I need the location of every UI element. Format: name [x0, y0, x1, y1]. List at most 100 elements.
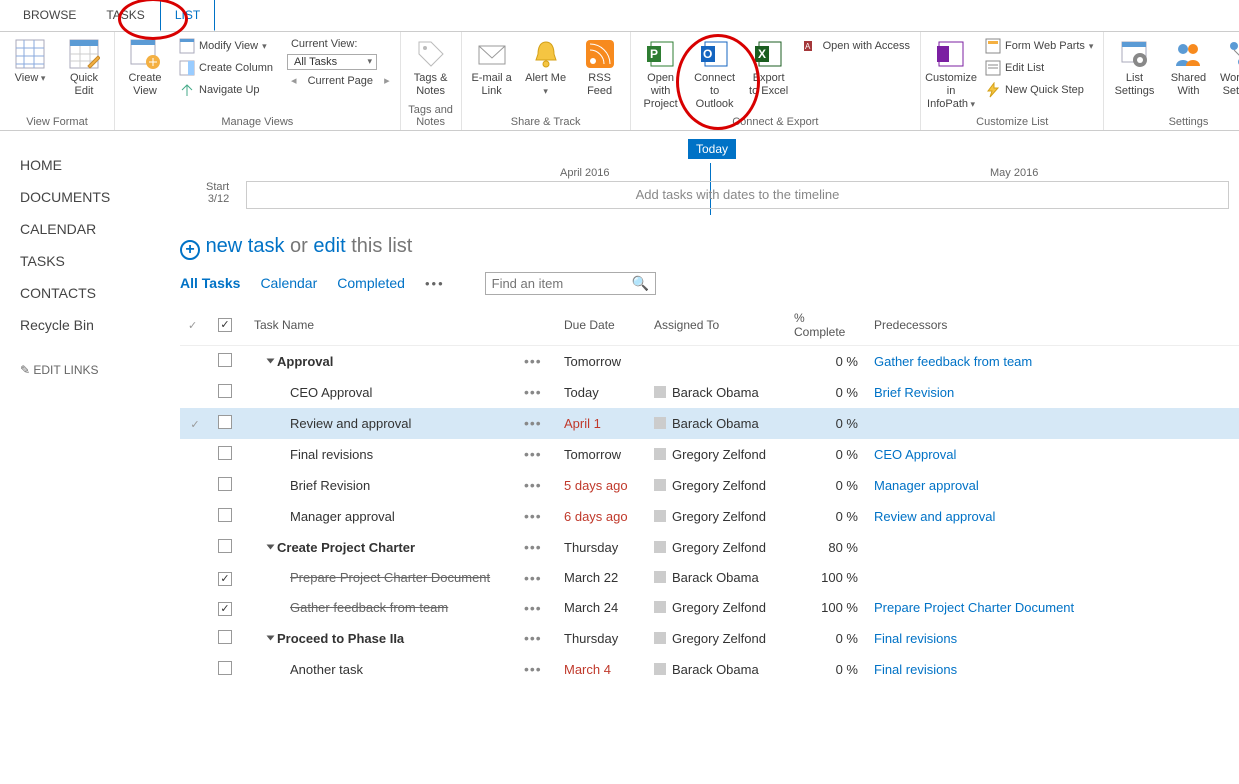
table-row[interactable]: Proceed to Phase IIa•••ThursdayGregory Z… — [180, 623, 1239, 654]
table-row[interactable]: Brief Revision•••5 days agoGregory Zelfo… — [180, 470, 1239, 501]
row-menu[interactable]: ••• — [524, 353, 542, 369]
table-row[interactable]: Final revisions•••TomorrowGregory Zelfon… — [180, 439, 1239, 470]
task-name[interactable]: Manager approval — [290, 509, 395, 524]
row-menu[interactable]: ••• — [524, 600, 542, 616]
col-pct-complete[interactable]: % Complete — [786, 305, 866, 346]
rss-button[interactable]: RSS Feed — [576, 36, 624, 100]
row-menu[interactable]: ••• — [524, 415, 542, 431]
col-assigned-to[interactable]: Assigned To — [646, 305, 786, 346]
task-checkbox[interactable] — [218, 384, 232, 398]
search-icon[interactable]: 🔍 — [632, 275, 649, 292]
sidebar-item-calendar[interactable]: CALENDAR — [20, 213, 170, 245]
new-task-link[interactable]: new task — [206, 235, 285, 257]
table-row[interactable]: CEO Approval•••TodayBarack Obama0 %Brief… — [180, 377, 1239, 408]
export-excel-button[interactable]: X Export to Excel — [745, 36, 793, 100]
col-task-name[interactable]: Task Name — [246, 305, 516, 346]
task-name[interactable]: Proceed to Phase IIa — [277, 631, 404, 646]
task-name[interactable]: CEO Approval — [290, 385, 372, 400]
row-menu[interactable]: ••• — [524, 384, 542, 400]
sidebar-item-tasks[interactable]: TASKS — [20, 245, 170, 277]
new-quick-step-button[interactable]: New Quick Step — [981, 80, 1097, 100]
task-name[interactable]: Create Project Charter — [277, 540, 415, 555]
row-menu[interactable]: ••• — [524, 630, 542, 646]
row-menu[interactable]: ••• — [524, 477, 542, 493]
task-name[interactable]: Prepare Project Charter Document — [290, 570, 490, 585]
task-name[interactable]: Gather feedback from team — [290, 600, 448, 615]
form-web-parts-button[interactable]: Form Web Parts — [981, 36, 1097, 56]
table-row[interactable]: Prepare Project Charter Document•••March… — [180, 563, 1239, 593]
table-row[interactable]: Manager approval•••6 days agoGregory Zel… — [180, 501, 1239, 532]
predecessor-link[interactable]: Brief Revision — [874, 385, 954, 400]
customize-infopath-button[interactable]: Customize in InfoPath — [927, 36, 975, 114]
workflow-settings-button[interactable]: Workflow Settings — [1218, 36, 1239, 114]
task-name[interactable]: Another task — [290, 662, 363, 677]
predecessor-link[interactable]: Gather feedback from team — [874, 354, 1032, 369]
current-page-nav[interactable]: ◂ Current Page ▸ — [287, 72, 394, 89]
view-calendar[interactable]: Calendar — [260, 275, 317, 291]
col-predecessors[interactable]: Predecessors — [866, 305, 1239, 346]
predecessor-link[interactable]: Final revisions — [874, 662, 957, 677]
timeline-bar[interactable]: Add tasks with dates to the timeline — [246, 181, 1229, 209]
col-due-date[interactable]: Due Date — [556, 305, 646, 346]
task-checkbox[interactable] — [218, 539, 232, 553]
tab-browse[interactable]: BROWSE — [8, 0, 91, 31]
task-name[interactable]: Final revisions — [290, 447, 373, 462]
search-box[interactable]: 🔍 — [485, 272, 656, 295]
predecessor-link[interactable]: CEO Approval — [874, 447, 956, 462]
col-done[interactable]: ✓ — [180, 305, 210, 346]
shared-with-button[interactable]: Shared With — [1164, 36, 1212, 100]
table-row[interactable]: Approval•••Tomorrow0 %Gather feedback fr… — [180, 345, 1239, 377]
open-access-button[interactable]: AOpen with Access — [799, 36, 914, 56]
row-menu[interactable]: ••• — [524, 661, 542, 677]
task-name[interactable]: Approval — [277, 354, 333, 369]
search-input[interactable] — [492, 276, 632, 291]
task-checkbox[interactable] — [218, 415, 232, 429]
quick-edit-button[interactable]: Quick Edit — [60, 36, 108, 100]
task-checkbox[interactable] — [218, 508, 232, 522]
current-view-select[interactable]: All Tasks — [287, 54, 377, 70]
row-menu[interactable]: ••• — [524, 446, 542, 462]
list-settings-button[interactable]: List Settings — [1110, 36, 1158, 100]
tags-notes-button[interactable]: Tags & Notes — [407, 36, 455, 100]
sidebar-item-documents[interactable]: DOCUMENTS — [20, 181, 170, 213]
view-all-tasks[interactable]: All Tasks — [180, 275, 240, 291]
predecessor-link[interactable]: Prepare Project Charter Document — [874, 600, 1074, 615]
task-checkbox[interactable] — [218, 446, 232, 460]
edit-list-link[interactable]: edit — [313, 235, 345, 257]
task-checkbox[interactable] — [218, 477, 232, 491]
table-row[interactable]: Another task•••March 4Barack Obama0 %Fin… — [180, 654, 1239, 685]
predecessor-link[interactable]: Manager approval — [874, 478, 979, 493]
table-row[interactable]: ✓Review and approval•••April 1Barack Oba… — [180, 408, 1239, 439]
edit-list-button[interactable]: Edit List — [981, 58, 1097, 78]
task-checkbox[interactable] — [218, 572, 232, 586]
open-project-button[interactable]: P Open with Project — [637, 36, 685, 114]
row-menu[interactable]: ••• — [524, 570, 542, 586]
view-button[interactable]: View — [6, 36, 54, 87]
connect-outlook-button[interactable]: O Connect to Outlook — [691, 36, 739, 114]
tab-list[interactable]: LIST — [160, 0, 215, 31]
task-checkbox[interactable] — [218, 630, 232, 644]
task-checkbox[interactable] — [218, 661, 232, 675]
predecessor-link[interactable]: Review and approval — [874, 509, 995, 524]
sidebar-item-contacts[interactable]: CONTACTS — [20, 277, 170, 309]
sidebar-edit-links[interactable]: ✎ EDIT LINKS — [20, 355, 170, 385]
tab-tasks[interactable]: TASKS — [91, 0, 159, 31]
view-more[interactable]: ••• — [425, 276, 445, 291]
task-checkbox[interactable] — [218, 353, 232, 367]
email-link-button[interactable]: E-mail a Link — [468, 36, 516, 100]
create-column-button[interactable]: Create Column — [175, 58, 277, 78]
row-menu[interactable]: ••• — [524, 508, 542, 524]
navigate-up-button[interactable]: Navigate Up — [175, 80, 277, 100]
create-view-button[interactable]: Create View — [121, 36, 169, 100]
task-name[interactable]: Brief Revision — [290, 478, 370, 493]
col-checkbox[interactable] — [210, 305, 246, 346]
view-completed[interactable]: Completed — [337, 275, 405, 291]
modify-view-button[interactable]: Modify View — [175, 36, 277, 56]
sidebar-item-home[interactable]: HOME — [20, 149, 170, 181]
task-name[interactable]: Review and approval — [290, 416, 411, 431]
row-menu[interactable]: ••• — [524, 539, 542, 555]
predecessor-link[interactable]: Final revisions — [874, 631, 957, 646]
plus-icon[interactable]: + — [180, 240, 200, 260]
table-row[interactable]: Gather feedback from team•••March 24Greg… — [180, 593, 1239, 623]
sidebar-item-recycle[interactable]: Recycle Bin — [20, 309, 170, 341]
